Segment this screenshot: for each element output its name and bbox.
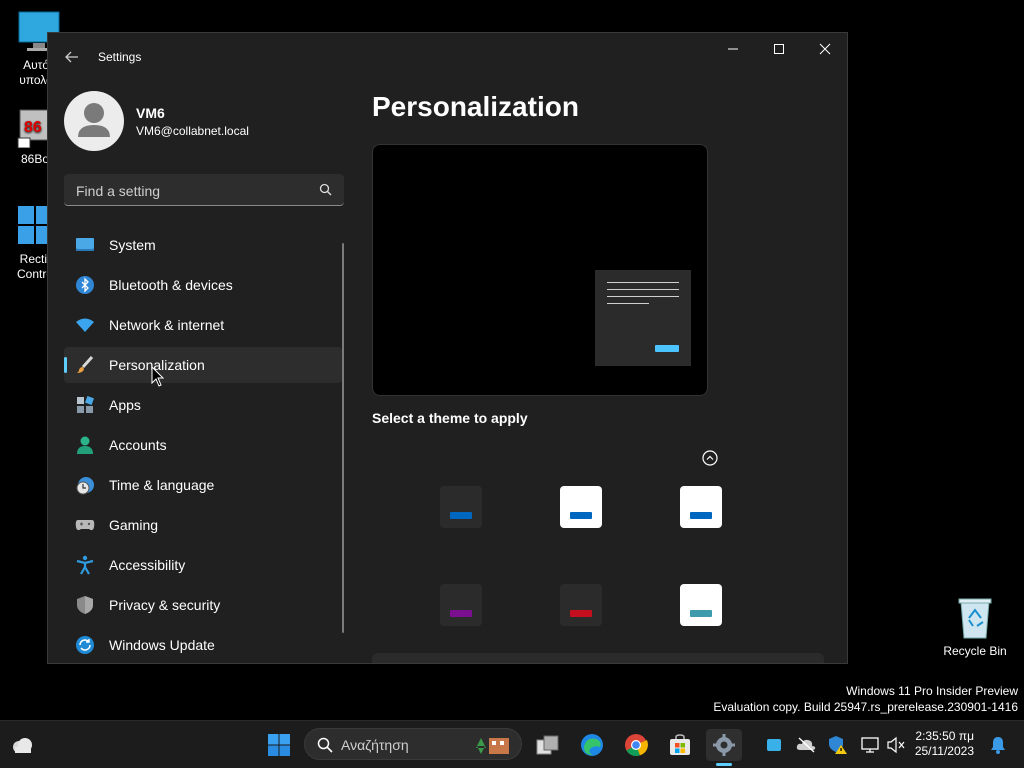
theme-option[interactable]	[440, 584, 482, 626]
theme-option[interactable]	[680, 486, 722, 528]
sidebar-item-label: Network & internet	[109, 317, 225, 333]
theme-option[interactable]	[560, 486, 602, 528]
desktop-icon-recycle-bin[interactable]: Recycle Bin	[940, 596, 1010, 658]
sidebar-item-windows-update[interactable]: Windows Update	[64, 627, 342, 663]
taskbar-search[interactable]: Αναζήτηση	[304, 728, 522, 760]
svg-text:86: 86	[24, 119, 42, 136]
theme-option[interactable]	[560, 584, 602, 626]
desktop-icon-label: Recycle Bin	[943, 644, 1007, 658]
section-label-themes: Select a theme to apply	[372, 410, 528, 426]
sidebar-nav: System Bluetooth & devices Network & int…	[64, 227, 342, 663]
theme-option[interactable]	[440, 486, 482, 528]
settings-window: Settings VM6 VM6@collabnet.local System …	[47, 32, 848, 664]
search-input[interactable]	[74, 180, 308, 202]
collapse-chevron-icon[interactable]	[702, 450, 718, 466]
accessibility-icon	[74, 554, 96, 576]
clock-time: 2:35:50 πμ	[915, 729, 974, 743]
gamepad-icon	[74, 514, 96, 536]
start-button[interactable]	[263, 729, 295, 761]
search-highlight-icon	[473, 734, 513, 761]
watermark-line1: Windows 11 Pro Insider Preview	[846, 684, 1018, 698]
sidebar-item-label: System	[109, 237, 156, 253]
mouse-cursor-icon	[151, 365, 165, 393]
recycle-bin-icon	[955, 596, 995, 640]
sidebar-item-system[interactable]: System	[64, 227, 342, 263]
sidebar-item-gaming[interactable]: Gaming	[64, 507, 342, 543]
accounts-icon	[74, 434, 96, 456]
theme-accent	[690, 610, 712, 617]
theme-accent	[570, 512, 592, 519]
theme-accent	[450, 610, 472, 617]
clock-date: 25/11/2023	[914, 744, 974, 758]
sidebar-scrollbar[interactable]	[342, 243, 344, 633]
theme-accent	[450, 512, 472, 519]
sidebar-item-label: Accounts	[109, 437, 167, 453]
title-bar[interactable]: Settings	[48, 33, 847, 81]
sidebar-item-accounts[interactable]: Accounts	[64, 427, 342, 463]
sidebar-item-label: Apps	[109, 397, 141, 413]
maximize-button[interactable]	[756, 33, 802, 65]
brush-icon	[74, 354, 96, 376]
theme-accent	[690, 512, 712, 519]
watermark-line2: Evaluation copy. Build 25947.rs_prerelea…	[713, 700, 1018, 714]
bluetooth-icon	[74, 274, 96, 296]
taskbar: Αναζήτηση 2:35:50 πμ 25/11/2023	[0, 720, 1024, 768]
volume-muted-icon[interactable]	[882, 729, 910, 761]
cloud-offline-icon[interactable]	[792, 729, 820, 761]
back-arrow-icon[interactable]	[62, 47, 82, 67]
chrome-icon[interactable]	[620, 729, 652, 761]
shield-icon	[74, 594, 96, 616]
avatar[interactable]	[64, 91, 124, 151]
task-view-icon[interactable]	[532, 729, 564, 761]
store-icon[interactable]	[664, 729, 696, 761]
theme-preview	[372, 144, 708, 396]
window-title: Settings	[98, 50, 142, 64]
edge-icon[interactable]	[576, 729, 608, 761]
sidebar-item-time-language[interactable]: Time & language	[64, 467, 342, 503]
sidebar-item-privacy[interactable]: Privacy & security	[64, 587, 342, 623]
clock-globe-icon	[74, 474, 96, 496]
sidebar-item-label: Privacy & security	[109, 597, 221, 613]
system-clock[interactable]: 2:35:50 πμ 25/11/2023	[915, 729, 974, 759]
settings-taskbar-icon[interactable]	[706, 729, 742, 761]
active-app-indicator	[716, 763, 732, 766]
security-warning-icon[interactable]	[824, 729, 852, 761]
minimize-button[interactable]	[710, 33, 756, 65]
settings-card[interactable]	[372, 653, 824, 663]
sidebar-item-label: Windows Update	[109, 637, 215, 653]
taskbar-search-text: Αναζήτηση	[341, 737, 409, 753]
user-name: VM6	[136, 105, 165, 121]
search-box[interactable]	[64, 174, 344, 206]
theme-accent	[570, 610, 592, 617]
close-button[interactable]	[802, 33, 847, 65]
sidebar-item-apps[interactable]: Apps	[64, 387, 342, 423]
onedrive-icon[interactable]	[760, 729, 788, 761]
update-icon	[74, 634, 96, 656]
apps-icon	[74, 394, 96, 416]
preview-button	[655, 345, 679, 352]
weather-icon[interactable]	[6, 729, 38, 761]
page-title: Personalization	[372, 91, 579, 122]
preview-window	[595, 270, 691, 366]
sidebar-item-label: Time & language	[109, 477, 215, 493]
sidebar-item-label: Gaming	[109, 517, 159, 533]
notification-bell-icon[interactable]	[984, 729, 1012, 761]
search-icon	[317, 737, 333, 758]
wifi-icon	[74, 314, 96, 336]
sidebar-item-label: Accessibility	[109, 557, 186, 573]
sidebar-item-personalization[interactable]: Personalization	[64, 347, 342, 383]
sidebar-item-bluetooth[interactable]: Bluetooth & devices	[64, 267, 342, 303]
sidebar-item-network[interactable]: Network & internet	[64, 307, 342, 343]
sidebar-item-label: Bluetooth & devices	[109, 277, 233, 293]
network-icon[interactable]	[856, 729, 884, 761]
theme-option[interactable]	[680, 584, 722, 626]
search-icon[interactable]	[319, 183, 332, 201]
system-icon	[74, 234, 96, 256]
user-email: VM6@collabnet.local	[136, 124, 249, 138]
sidebar-item-accessibility[interactable]: Accessibility	[64, 547, 342, 583]
